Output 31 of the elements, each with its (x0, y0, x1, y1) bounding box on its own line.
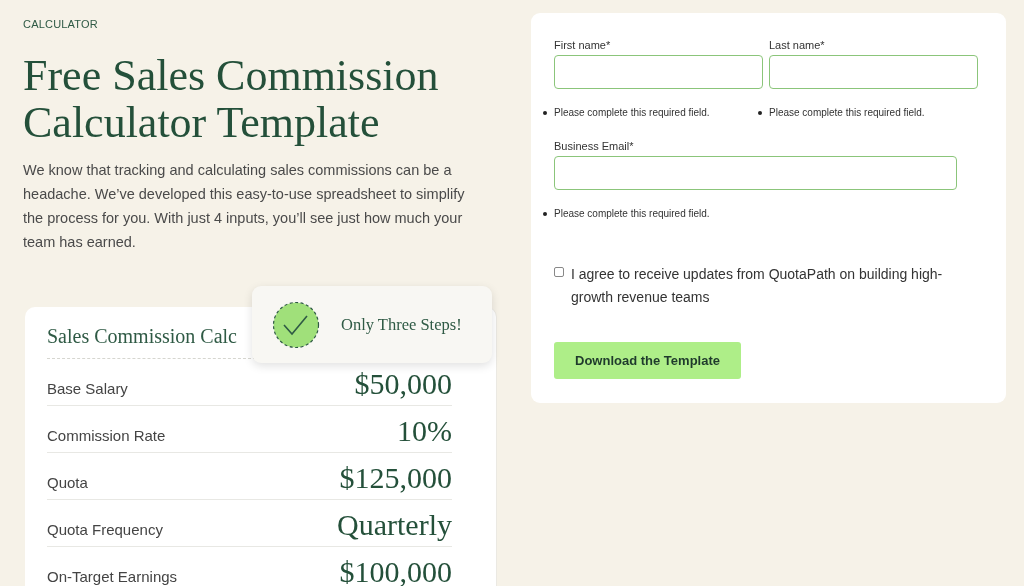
input-field[interactable] (554, 156, 957, 190)
check-circle-icon (272, 300, 320, 349)
intro-paragraph: We know that tracking and calculating sales commissions can be a headache. We’ve developed this easy-to-use spreadsheet to simplify the process for you. With just 4 inputs, you’ll see just how much your team has earned. (23, 161, 466, 252)
download-button[interactable]: Download the Template (554, 342, 741, 379)
row-value: Quarterly (337, 508, 452, 543)
row-label: On-Target Earnings (47, 568, 178, 586)
calculator-title: Sales Commission Calc (47, 325, 237, 348)
badge-text: Only Three Steps! (341, 314, 462, 335)
row-value: 10% (397, 414, 452, 449)
error-message: Please complete this required field. (554, 107, 710, 118)
consent-label: I agree to receive updates from QuotaPath on building high-growth revenue teams (571, 265, 944, 307)
row-label: Commission Rate (47, 427, 166, 446)
field-label: Last name* (769, 39, 826, 51)
consent-checkbox[interactable] (554, 267, 564, 277)
field-label: Business Email* (554, 140, 635, 152)
bullet-icon (543, 211, 547, 216)
bullet-icon (543, 110, 547, 115)
eyebrow-label: CALCULATOR (23, 18, 98, 30)
input-field[interactable] (554, 55, 763, 89)
error-message: Please complete this required field. (769, 107, 925, 118)
row-label: Quota (47, 474, 88, 493)
row-value: $125,000 (339, 461, 452, 496)
bullet-icon (758, 110, 762, 115)
row-value: $100,000 (339, 555, 452, 586)
page-title: Free Sales Commission Calculator Template (23, 52, 440, 146)
input-field[interactable] (769, 55, 978, 89)
error-message: Please complete this required field. (554, 208, 710, 219)
row-label: Quota Frequency (47, 521, 163, 540)
field-label: First name* (554, 39, 612, 51)
row-value: $50,000 (354, 367, 452, 402)
row-label: Base Salary (47, 380, 128, 399)
